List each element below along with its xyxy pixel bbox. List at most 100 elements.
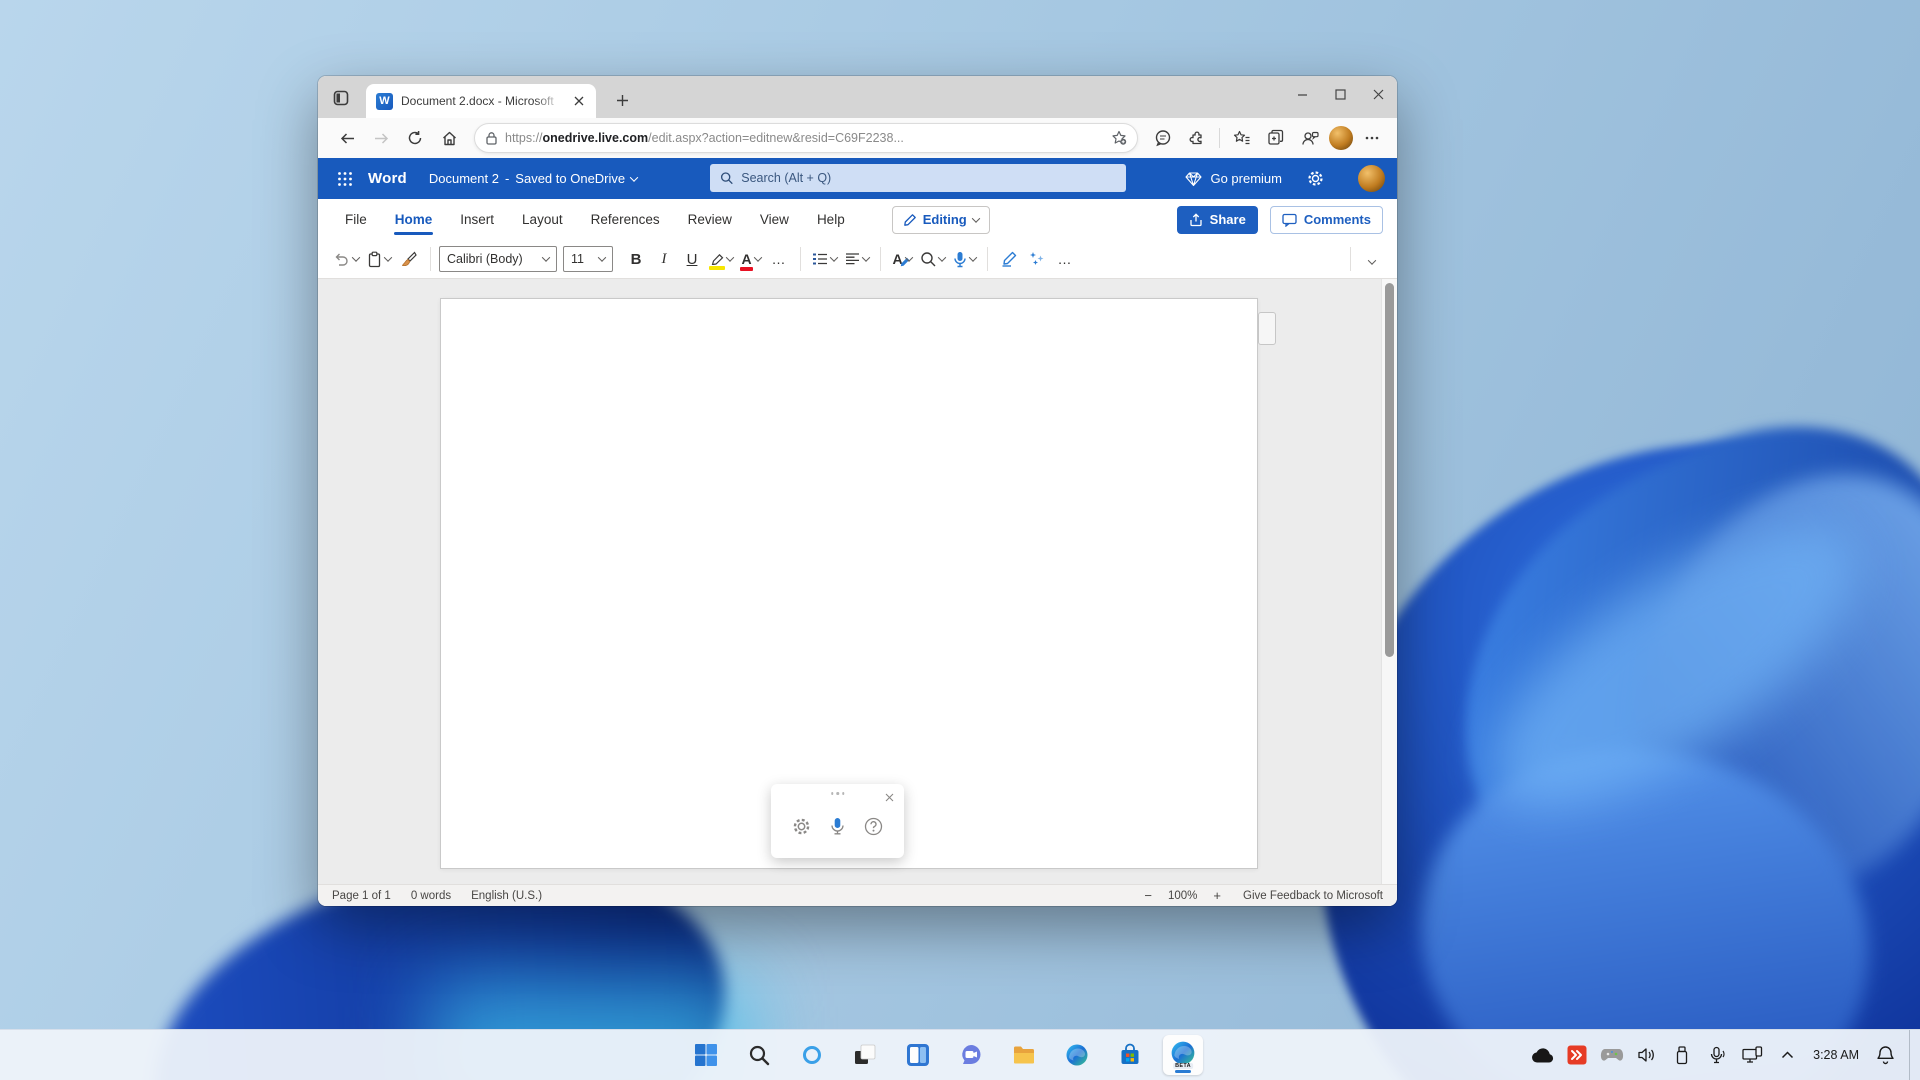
notification-bell-icon[interactable]	[1872, 1040, 1898, 1070]
tab-references[interactable]: References	[578, 199, 673, 240]
tab-layout[interactable]: Layout	[509, 199, 576, 240]
usb-device-icon[interactable]	[1669, 1040, 1695, 1070]
show-desktop-button[interactable]	[1909, 1030, 1914, 1080]
minimize-button[interactable]	[1283, 76, 1321, 112]
dictation-microphone-icon[interactable]	[823, 812, 851, 840]
maximize-button[interactable]	[1321, 76, 1359, 112]
dictate-button[interactable]	[950, 245, 979, 273]
language-selector[interactable]: English (U.S.)	[471, 890, 542, 902]
anydesk-tray-icon[interactable]	[1564, 1040, 1590, 1070]
more-commands-button[interactable]: …	[1052, 245, 1078, 273]
search-icon	[920, 251, 936, 267]
more-font-options-button[interactable]: …	[766, 245, 792, 273]
font-name-select[interactable]: Calibri (Body)	[439, 246, 557, 272]
home-button[interactable]	[434, 123, 464, 153]
underline-button[interactable]: U	[679, 245, 705, 273]
close-icon[interactable]	[881, 789, 897, 805]
extensions-icon[interactable]	[1182, 123, 1212, 153]
add-favorite-icon[interactable]	[1107, 126, 1131, 150]
chat-button[interactable]	[951, 1035, 991, 1075]
clock[interactable]: 3:28 AM	[1809, 1048, 1863, 1062]
share-button[interactable]: Share	[1177, 206, 1258, 234]
page-side-button[interactable]	[1258, 312, 1276, 345]
search-input[interactable]	[741, 171, 1116, 185]
widgets-button[interactable]	[898, 1035, 938, 1075]
hidden-icons-chevron[interactable]	[1774, 1040, 1800, 1070]
tab-review[interactable]: Review	[675, 199, 745, 240]
account-avatar[interactable]	[1358, 165, 1385, 192]
address-bar[interactable]: https://onedrive.live.com/edit.aspx?acti…	[474, 123, 1138, 153]
zoom-level[interactable]: 100%	[1168, 890, 1197, 902]
chat-icon[interactable]	[1148, 123, 1178, 153]
person-chat-icon[interactable]	[1295, 123, 1325, 153]
tab-file[interactable]: File	[332, 199, 380, 240]
file-explorer-button[interactable]	[1004, 1035, 1044, 1075]
start-button[interactable]	[686, 1035, 726, 1075]
zoom-out-button[interactable]: −	[1144, 888, 1152, 903]
chevron-down-icon	[726, 253, 734, 261]
find-button[interactable]	[917, 245, 948, 273]
bold-button[interactable]: B	[623, 245, 649, 273]
cast-display-icon[interactable]	[1739, 1040, 1765, 1070]
highlight-color-button[interactable]	[707, 245, 736, 273]
tab-home[interactable]: Home	[382, 199, 446, 240]
settings-gear-icon[interactable]	[1302, 166, 1328, 192]
zoom-in-button[interactable]: +	[1213, 888, 1221, 903]
browser-profile-avatar[interactable]	[1329, 126, 1353, 150]
onedrive-cloud-icon[interactable]	[1529, 1040, 1555, 1070]
editor-button[interactable]	[996, 245, 1022, 273]
xbox-controller-icon[interactable]	[1599, 1040, 1625, 1070]
highlight-color-swatch	[709, 266, 725, 270]
forward-button[interactable]	[366, 123, 396, 153]
scrollbar-thumb[interactable]	[1385, 283, 1394, 657]
feedback-link[interactable]: Give Feedback to Microsoft	[1243, 890, 1383, 902]
browser-tab[interactable]: W Document 2.docx - Microsoft	[366, 84, 596, 118]
task-view-icon	[853, 1043, 877, 1067]
app-launcher-icon[interactable]	[332, 166, 358, 192]
search-taskbar-button[interactable]	[739, 1035, 779, 1075]
edge-button[interactable]	[1057, 1035, 1097, 1075]
paintbrush-icon	[401, 251, 417, 267]
bullets-button[interactable]	[809, 245, 840, 273]
tab-insert[interactable]: Insert	[447, 199, 507, 240]
edge-beta-button[interactable]: BETA	[1163, 1035, 1203, 1075]
collapse-ribbon-button[interactable]	[1359, 248, 1385, 276]
undo-button[interactable]	[330, 245, 362, 273]
word-count[interactable]: 0 words	[411, 890, 451, 902]
collections-icon[interactable]	[1261, 123, 1291, 153]
font-color-button[interactable]: A	[738, 245, 764, 273]
alignment-button[interactable]	[842, 245, 872, 273]
dictation-help-icon[interactable]	[860, 812, 888, 840]
status-bar: Page 1 of 1 0 words English (U.S.) − 100…	[318, 884, 1397, 906]
refresh-button[interactable]	[400, 123, 430, 153]
tab-actions-icon[interactable]	[330, 87, 352, 109]
paste-button[interactable]	[364, 245, 394, 273]
vertical-scrollbar[interactable]	[1381, 279, 1397, 884]
drag-handle[interactable]	[829, 790, 847, 797]
editing-mode-button[interactable]: Editing	[892, 206, 990, 234]
task-view-button[interactable]	[845, 1035, 885, 1075]
new-tab-button[interactable]	[610, 88, 634, 112]
browser-menu-icon[interactable]	[1357, 123, 1387, 153]
word-search-box[interactable]	[710, 164, 1126, 192]
dictation-settings-gear-icon[interactable]	[787, 812, 815, 840]
document-title[interactable]: Document 2 - Saved to OneDrive	[429, 171, 637, 186]
microsoft-store-button[interactable]	[1110, 1035, 1150, 1075]
microphone-tray-icon[interactable]	[1704, 1040, 1730, 1070]
tab-view[interactable]: View	[747, 199, 802, 240]
font-size-select[interactable]: 11	[563, 246, 613, 272]
italic-button[interactable]: I	[651, 245, 677, 273]
back-button[interactable]	[332, 123, 362, 153]
go-premium-button[interactable]: Go premium	[1185, 171, 1282, 187]
page-count[interactable]: Page 1 of 1	[332, 890, 391, 902]
close-button[interactable]	[1359, 76, 1397, 112]
cortana-button[interactable]	[792, 1035, 832, 1075]
format-painter-button[interactable]	[396, 245, 422, 273]
comments-button[interactable]: Comments	[1270, 206, 1383, 234]
favorites-icon[interactable]	[1227, 123, 1257, 153]
tab-close-icon[interactable]	[570, 92, 588, 110]
styles-button[interactable]: A	[889, 245, 915, 273]
volume-icon[interactable]	[1634, 1040, 1660, 1070]
magic-wand-button[interactable]	[1024, 245, 1050, 273]
tab-help[interactable]: Help	[804, 199, 858, 240]
